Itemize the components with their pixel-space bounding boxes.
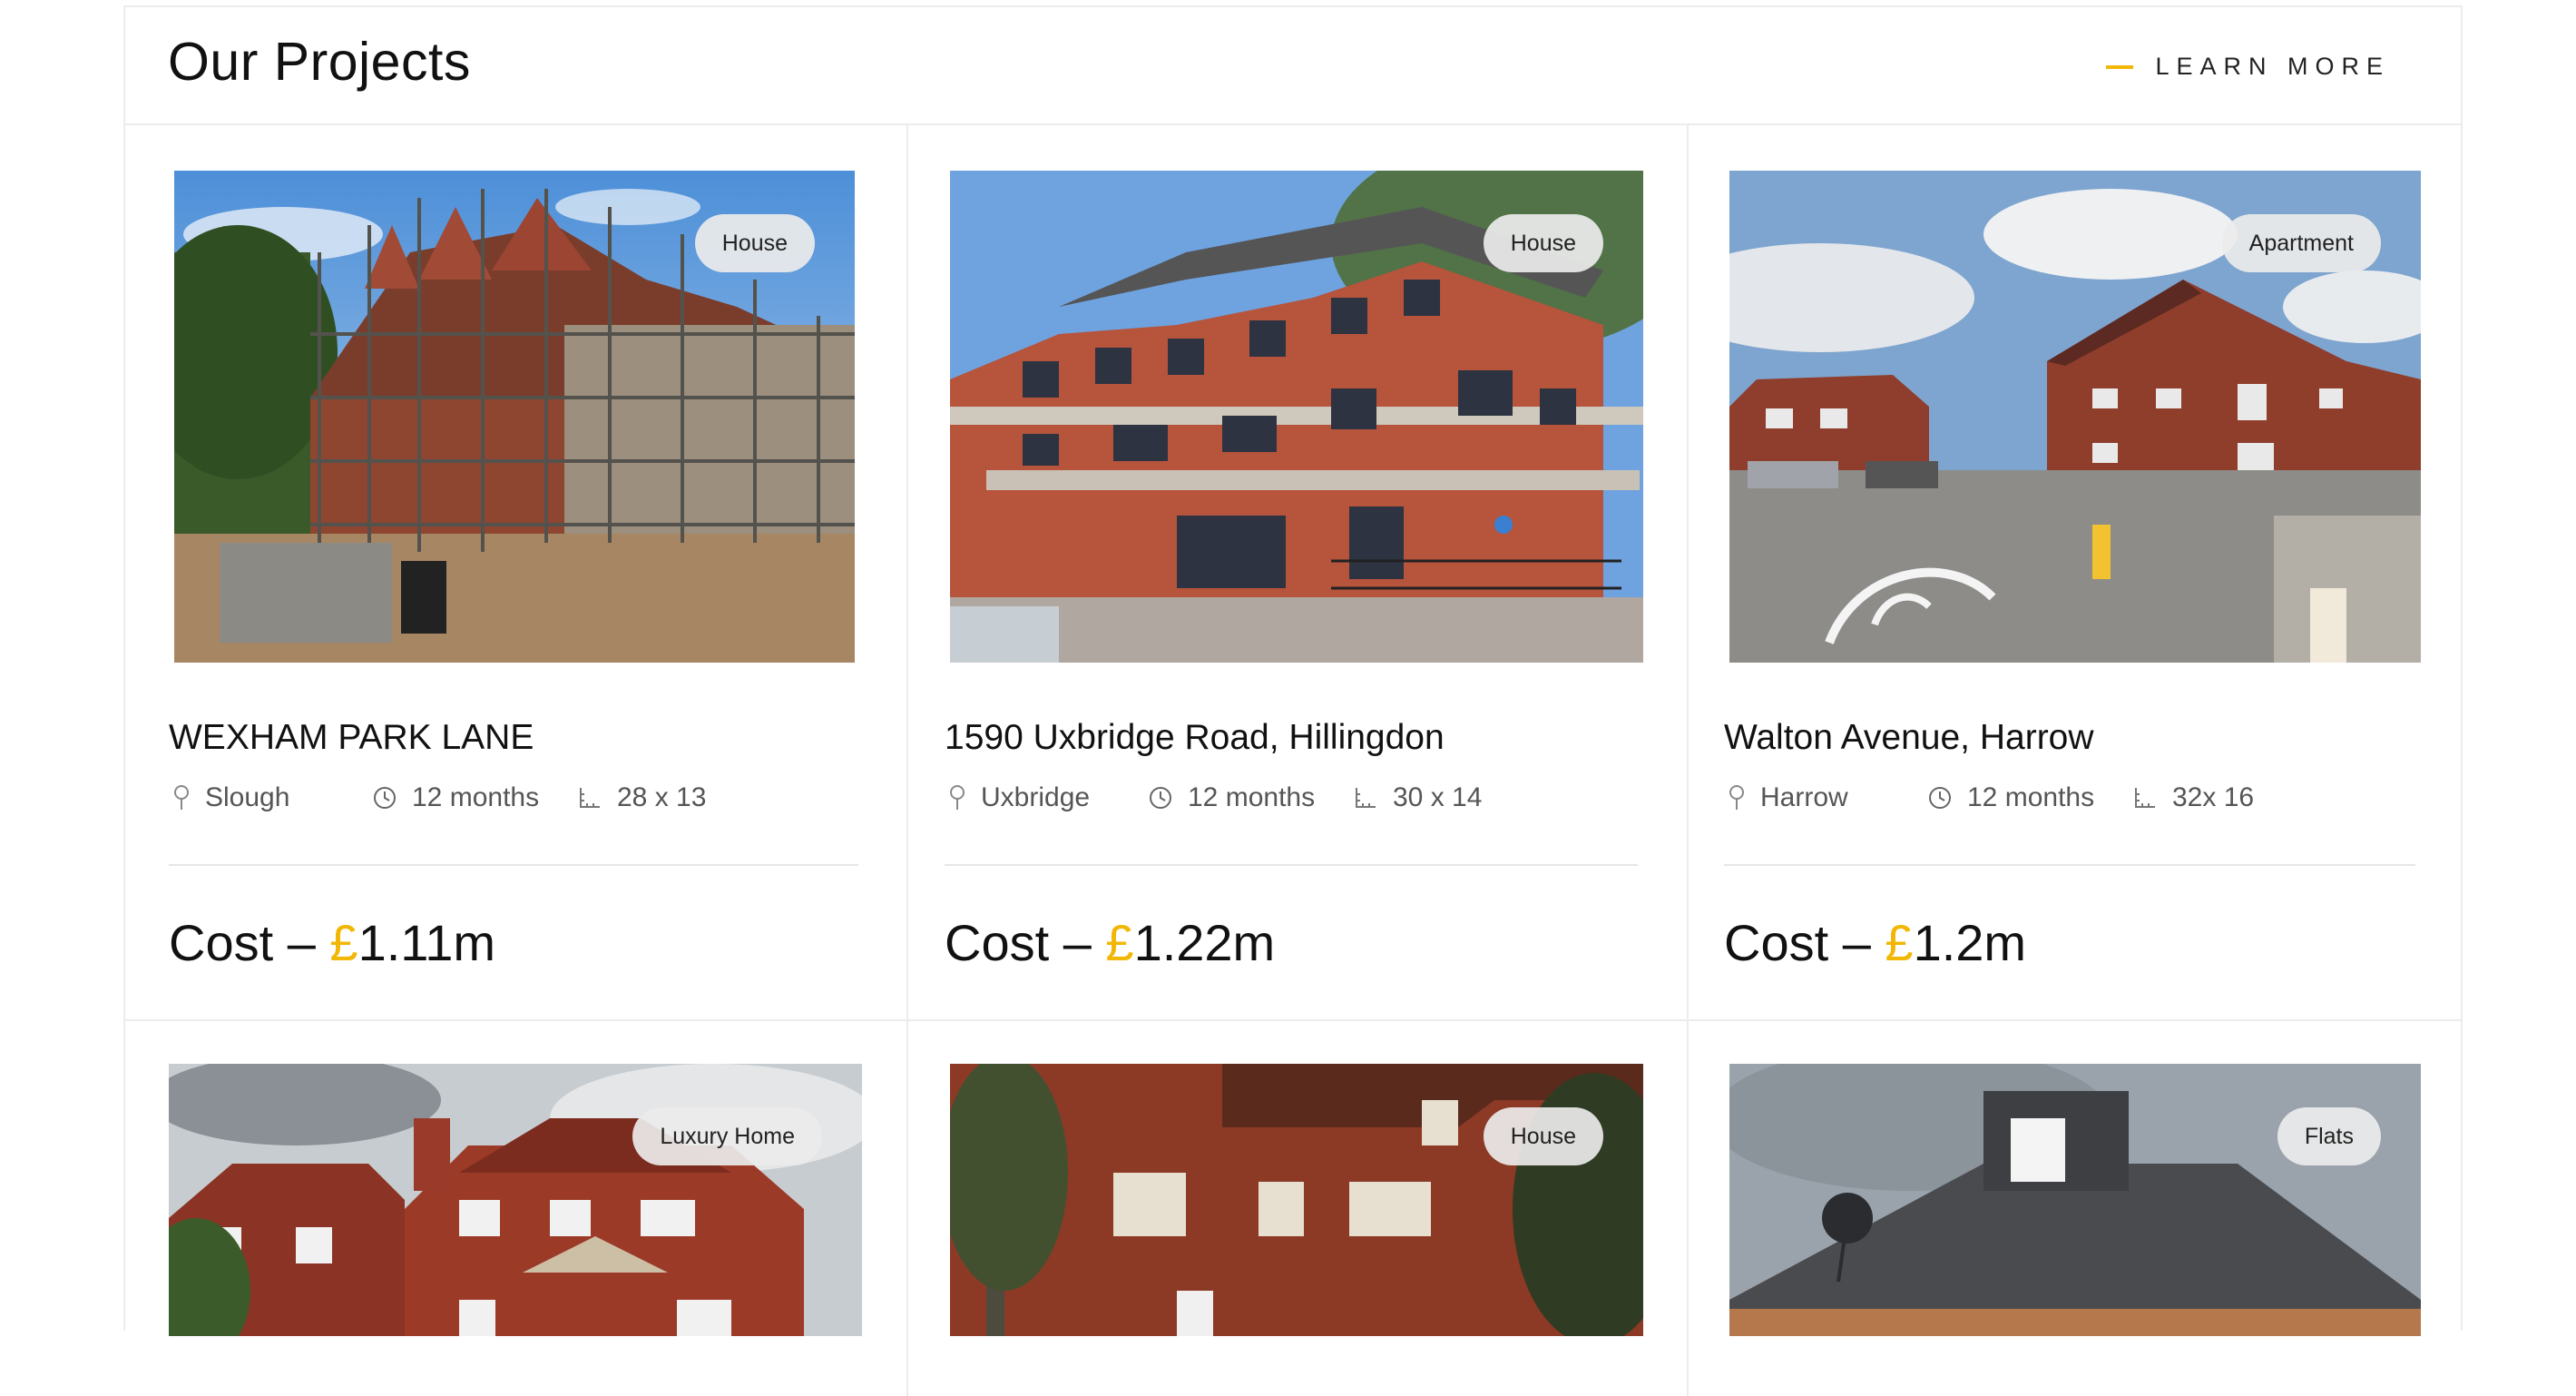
project-meta: Harrow 12 months 32x 16 — [1728, 782, 2254, 813]
cost-prefix: Cost – — [1724, 914, 1885, 971]
duration-text: 12 months — [412, 782, 540, 812]
project-cost: Cost – £1.11m — [169, 913, 495, 972]
meta-size: 32x 16 — [2132, 782, 2254, 813]
meta-duration: 12 months — [1148, 782, 1353, 813]
learn-more-label: LEARN MORE — [2155, 53, 2390, 80]
brick-house-image — [950, 1064, 1643, 1336]
size-text: 28 x 13 — [617, 782, 707, 812]
cost-value: 1.22m — [1133, 914, 1276, 971]
project-type-badge: House — [694, 214, 815, 272]
cost-value: 1.2m — [1913, 914, 2027, 971]
project-title[interactable]: Walton Avenue, Harrow — [1724, 718, 2094, 758]
map-pin-icon — [1729, 785, 1744, 810]
flats-building-image — [1729, 1064, 2421, 1336]
project-photo[interactable]: Apartment — [1729, 171, 2421, 663]
meta-duration: 12 months — [372, 782, 577, 813]
cost-value: 1.11m — [358, 914, 496, 971]
meta-size: 28 x 13 — [577, 782, 706, 813]
ruler-icon — [580, 788, 600, 808]
card-divider — [1724, 864, 2415, 866]
location-text: Harrow — [1760, 782, 1848, 812]
project-cost: Cost – £1.2m — [1724, 913, 2026, 972]
duration-text: 12 months — [1967, 782, 2095, 812]
project-type-badge: House — [1483, 214, 1603, 272]
project-type-badge: House — [1483, 1107, 1603, 1165]
project-type-badge: Flats — [2277, 1107, 2381, 1165]
project-card[interactable]: House 1590 Uxbridge Road, Hillingdon Uxb… — [945, 171, 1730, 1066]
accent-dash — [2106, 64, 2134, 69]
project-photo[interactable]: House — [950, 171, 1643, 663]
project-photo[interactable]: House — [174, 171, 855, 663]
card-divider — [169, 864, 858, 866]
project-photo[interactable]: House — [950, 1064, 1643, 1336]
card-divider — [945, 864, 1638, 866]
meta-location: Harrow — [1728, 782, 1927, 813]
currency-symbol: £ — [1105, 914, 1134, 971]
project-title[interactable]: 1590 Uxbridge Road, Hillingdon — [945, 718, 1445, 758]
learn-more-link[interactable]: LEARN MORE — [2106, 53, 2390, 81]
project-type-badge: Luxury Home — [632, 1107, 822, 1165]
section-header: Our Projects LEARN MORE — [125, 7, 2461, 125]
location-text: Slough — [205, 782, 290, 812]
project-meta: Uxbridge 12 months 30 x 14 — [948, 782, 1482, 813]
clock-icon — [374, 787, 396, 809]
project-type-badge: Apartment — [2221, 214, 2381, 272]
cost-prefix: Cost – — [169, 914, 330, 971]
section-title: Our Projects — [168, 32, 471, 92]
duration-text: 12 months — [1188, 782, 1316, 812]
location-text: Uxbridge — [981, 782, 1091, 812]
project-title[interactable]: WEXHAM PARK LANE — [169, 718, 534, 758]
cost-prefix: Cost – — [945, 914, 1106, 971]
meta-size: 30 x 14 — [1353, 782, 1482, 813]
projects-section: Our Projects LEARN MORE House WEXHAM PAR… — [123, 5, 2463, 1396]
meta-location: Uxbridge — [948, 782, 1148, 813]
map-pin-icon — [174, 785, 189, 810]
luxury-home-image — [169, 1064, 862, 1336]
currency-symbol: £ — [1885, 914, 1914, 971]
project-cost: Cost – £1.22m — [945, 913, 1275, 972]
size-text: 30 x 14 — [1393, 782, 1483, 812]
project-card[interactable]: Flats — [1729, 1064, 2510, 1336]
map-pin-icon — [950, 785, 965, 810]
meta-location: Slough — [172, 782, 372, 813]
project-card[interactable]: Luxury Home — [169, 1064, 949, 1336]
project-card[interactable]: Apartment Walton Avenue, Harrow Harrow 1… — [1724, 171, 2510, 1066]
project-photo[interactable]: Flats — [1729, 1064, 2421, 1336]
project-card[interactable]: House — [950, 1064, 1730, 1336]
meta-duration: 12 months — [1927, 782, 2132, 813]
ruler-icon — [2135, 788, 2155, 808]
clock-icon — [1929, 787, 1951, 809]
clock-icon — [1150, 787, 1171, 809]
project-card[interactable]: House WEXHAM PARK LANE Slough 12 months … — [169, 171, 955, 1066]
project-photo[interactable]: Luxury Home — [169, 1064, 862, 1336]
project-meta: Slough 12 months 28 x 13 — [172, 782, 706, 813]
currency-symbol: £ — [329, 914, 358, 971]
ruler-icon — [1356, 788, 1376, 808]
size-text: 32x 16 — [2172, 782, 2255, 812]
